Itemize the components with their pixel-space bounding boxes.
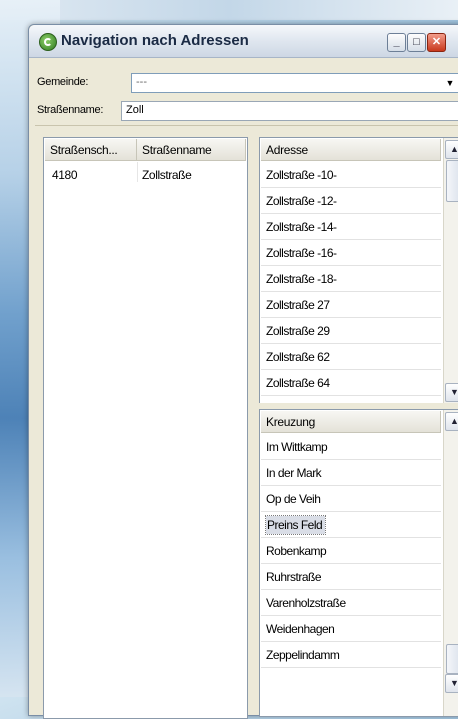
address-list-header[interactable]: Adresse: [261, 139, 441, 161]
list-item[interactable]: Op de Veih: [261, 486, 441, 512]
column-header-strassenname[interactable]: Straßenname: [137, 139, 246, 161]
list-item[interactable]: Zollstraße -16-: [261, 240, 441, 266]
maximize-button[interactable]: □: [407, 33, 426, 52]
chevron-up-icon[interactable]: ▲: [445, 140, 458, 159]
column-separator: [137, 162, 138, 182]
list-item[interactable]: Zollstraße -10-: [261, 162, 441, 188]
list-item[interactable]: Varenholzstraße: [261, 590, 441, 616]
list-item[interactable]: Zollstraße 29: [261, 318, 441, 344]
title-bar[interactable]: Navigation nach Adressen _ □ ✕: [29, 25, 458, 58]
list-item-selected[interactable]: Preins Feld: [261, 512, 441, 538]
streets-table[interactable]: Straßensch... Straßenname 4180 Zollstraß…: [43, 137, 248, 719]
strassenname-label: Straßenname:: [37, 104, 104, 116]
table-cell-code[interactable]: 4180: [52, 168, 78, 182]
window-title: Navigation nach Adressen: [61, 32, 249, 49]
column-header-strassenschluessel[interactable]: Straßensch...: [45, 139, 137, 161]
strassenname-input[interactable]: Zoll: [121, 101, 458, 121]
gemeinde-value: ---: [136, 76, 147, 88]
list-item[interactable]: Zollstraße -14-: [261, 214, 441, 240]
divider: [35, 125, 458, 126]
list-item[interactable]: Robenkamp: [261, 538, 441, 564]
scrollbar-thumb[interactable]: [446, 160, 458, 202]
list-item[interactable]: Zollstraße 64: [261, 370, 441, 396]
selected-item-label: Preins Feld: [264, 515, 327, 535]
list-item[interactable]: Zollstraße -18-: [261, 266, 441, 292]
close-button[interactable]: ✕: [427, 33, 446, 52]
app-icon: [39, 33, 57, 51]
strassenname-value: Zoll: [126, 104, 144, 116]
navigation-window: Navigation nach Adressen _ □ ✕ Gemeinde:…: [28, 24, 458, 719]
list-item[interactable]: Ruhrstraße: [261, 564, 441, 590]
address-scrollbar[interactable]: ▲ ▼: [443, 138, 458, 404]
chevron-down-icon[interactable]: ▼: [442, 74, 458, 92]
list-item[interactable]: Im Wittkamp: [261, 434, 441, 460]
table-cell-name[interactable]: Zollstraße: [142, 168, 192, 182]
chevron-up-icon[interactable]: ▲: [445, 412, 458, 431]
crossing-list-header[interactable]: Kreuzung: [261, 411, 441, 433]
gemeinde-label: Gemeinde:: [37, 76, 89, 88]
list-item[interactable]: Zollstraße 27: [261, 292, 441, 318]
chevron-down-icon[interactable]: ▼: [445, 383, 458, 402]
list-item[interactable]: Zollstraße -12-: [261, 188, 441, 214]
crossing-list[interactable]: Kreuzung Im Wittkamp In der Mark Op de V…: [259, 409, 458, 717]
crossing-scrollbar[interactable]: ▲ ▼: [443, 410, 458, 716]
list-item[interactable]: Zeppelindamm: [261, 642, 441, 668]
scrollbar-thumb[interactable]: [446, 644, 458, 674]
address-list[interactable]: Adresse Zollstraße -10- Zollstraße -12- …: [259, 137, 458, 405]
list-item[interactable]: Weidenhagen: [261, 616, 441, 642]
minimize-button[interactable]: _: [387, 33, 406, 52]
chevron-down-icon[interactable]: ▼: [445, 674, 458, 693]
right-pane: Adresse Zollstraße -10- Zollstraße -12- …: [259, 137, 458, 717]
list-item[interactable]: In der Mark: [261, 460, 441, 486]
background-top: [0, 0, 458, 20]
list-item[interactable]: Zollstraße 62: [261, 344, 441, 370]
gemeinde-combobox[interactable]: --- ▼: [131, 73, 458, 93]
